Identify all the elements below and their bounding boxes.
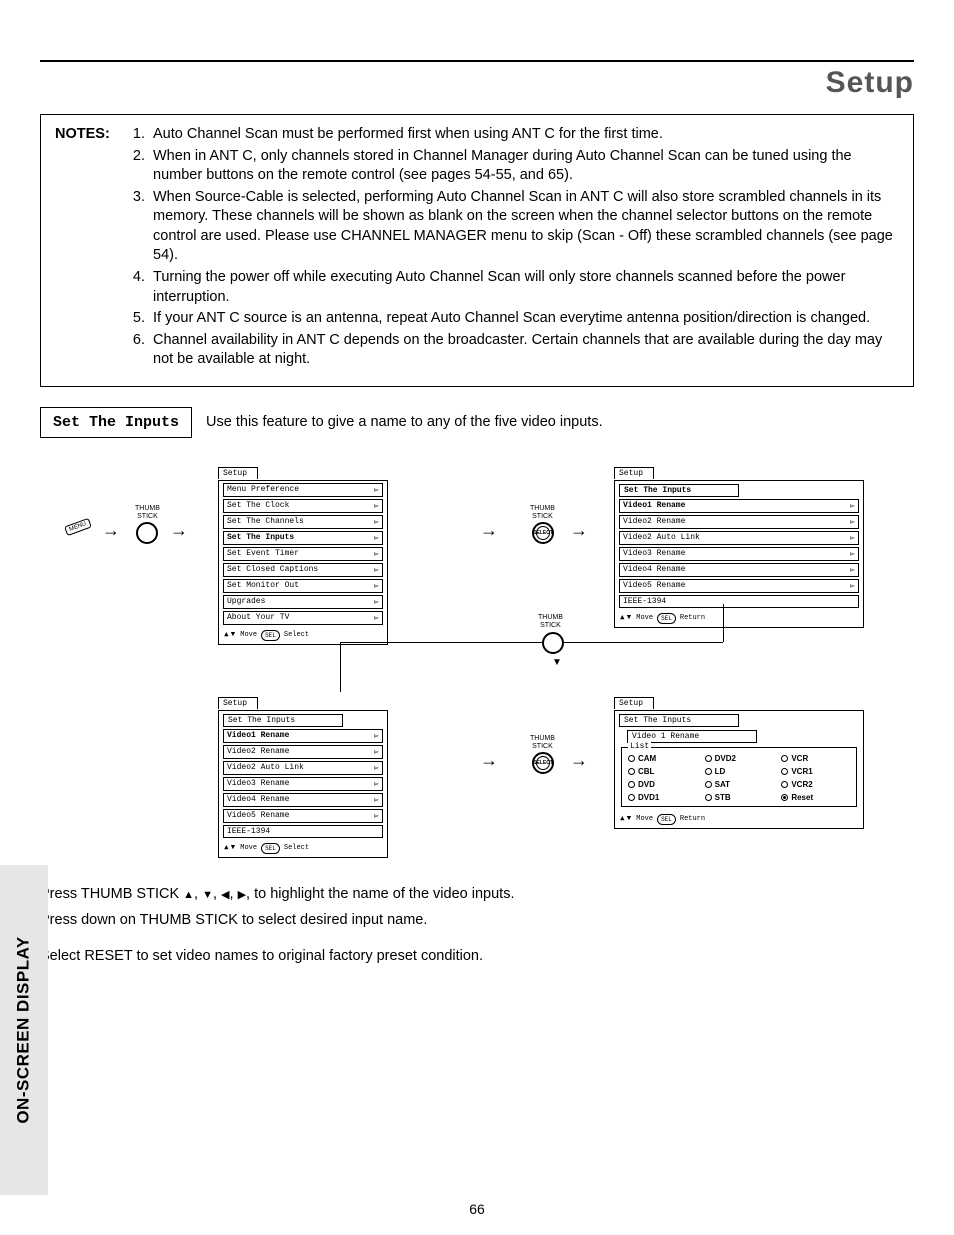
input-name-option[interactable]: STB	[705, 793, 774, 802]
menu-item[interactable]: IEEE-1394	[223, 825, 383, 838]
input-name-option[interactable]: VCR	[781, 754, 850, 763]
list-label: List	[628, 742, 651, 751]
menu-item[interactable]: Video2 Rename▻	[223, 745, 383, 759]
menu-item[interactable]: Video5 Rename▻	[223, 809, 383, 823]
input-name-option[interactable]: Reset	[781, 793, 850, 802]
menu-subtab: Set The Inputs	[619, 484, 739, 497]
arrow-right-icon: →	[102, 520, 120, 541]
thumb-stick-icon	[136, 522, 158, 544]
select-button-icon: SELECT	[532, 522, 554, 544]
input-name-option[interactable]: SAT	[705, 780, 774, 789]
input-name-option[interactable]: CAM	[628, 754, 697, 763]
note-item: 3.When Source-Cable is selected, perform…	[127, 188, 899, 266]
menu-item[interactable]: Set Closed Captions▻	[223, 563, 383, 577]
menu-item[interactable]: Video2 Auto Link▻	[619, 531, 859, 545]
note-item: 5.If your ANT C source is an antenna, re…	[127, 309, 899, 329]
input-name-option[interactable]: VCR2	[781, 780, 850, 789]
menu-item[interactable]: Video1 Rename▻	[619, 499, 859, 513]
select-button-icon: SELECT	[532, 752, 554, 774]
feature-description: Use this feature to give a name to any o…	[206, 414, 603, 430]
menu-tab: Setup	[218, 467, 258, 479]
input-name-option[interactable]: LD	[705, 767, 774, 776]
menu-item[interactable]: Video2 Rename▻	[619, 515, 859, 529]
arrow-right-icon: →	[480, 750, 498, 771]
arrow-right-icon: →	[480, 520, 498, 541]
thumb-stick-label: THUMB STICK	[530, 505, 555, 521]
menu-item[interactable]: Menu Preference▻	[223, 483, 383, 497]
menu-subtab: Set The Inputs	[223, 714, 343, 727]
menu-item[interactable]: Set Monitor Out▻	[223, 579, 383, 593]
input-name-option[interactable]: DVD	[628, 780, 697, 789]
thumb-stick-label: THUMB STICK	[530, 735, 555, 751]
note-item: 2.When in ANT C, only channels stored in…	[127, 147, 899, 186]
menu-hint: ▴▾ Move SEL Return	[615, 811, 863, 828]
note-item: 1.Auto Channel Scan must be performed fi…	[127, 125, 899, 145]
menu-item[interactable]: IEEE-1394	[619, 595, 859, 608]
note-item: 4.Turning the power off while executing …	[127, 268, 899, 307]
arrow-right-icon: →	[170, 520, 188, 541]
menu-item[interactable]: Video4 Rename▻	[619, 563, 859, 577]
menu-item[interactable]: Set Event Timer▻	[223, 547, 383, 561]
menu-item[interactable]: Video1 Rename▻	[223, 729, 383, 743]
input-name-option[interactable]: CBL	[628, 767, 697, 776]
menu-hint: ▴▾ Move SEL Select	[219, 840, 387, 857]
thumb-stick-label: THUMB STICK	[135, 505, 160, 521]
section-tab: ON-SCREEN DISPLAY	[0, 865, 48, 1195]
menu-item[interactable]: Upgrades▻	[223, 595, 383, 609]
menu-item[interactable]: Set The Channels▻	[223, 515, 383, 529]
thumb-stick-icon	[542, 632, 564, 654]
notes-box: NOTES: 1.Auto Channel Scan must be perfo…	[40, 114, 914, 387]
instructions: Press THUMB STICK ▲, ▼, ◀, ▶, to highlig…	[40, 884, 914, 967]
arrow-down-icon: ▼	[552, 657, 562, 668]
menu-tab: Setup	[614, 467, 654, 479]
notes-label: NOTES:	[55, 125, 127, 372]
menu-tab: Setup	[614, 697, 654, 709]
feature-title-box: Set The Inputs	[40, 407, 192, 438]
thumb-stick-label: THUMB STICK	[538, 614, 563, 630]
menu-item[interactable]: Set The Clock▻	[223, 499, 383, 513]
menu-tab: Setup	[218, 697, 258, 709]
input-name-option[interactable]: DVD1	[628, 793, 697, 802]
menu-hint: ▴▾ Move SEL Return	[615, 610, 863, 627]
menu-item[interactable]: About Your TV▻	[223, 611, 383, 625]
menu-item[interactable]: Video3 Rename▻	[223, 777, 383, 791]
flow-diagram: MENU THUMB STICK → → Setup Menu Preferen…	[40, 462, 914, 862]
menu-item[interactable]: Set The Inputs▻	[223, 531, 383, 545]
menu-item[interactable]: Video5 Rename▻	[619, 579, 859, 593]
input-name-option[interactable]: DVD2	[705, 754, 774, 763]
menu-subtab: Set The Inputs	[619, 714, 739, 727]
menu-item[interactable]: Video2 Auto Link▻	[223, 761, 383, 775]
menu-item[interactable]: Video4 Rename▻	[223, 793, 383, 807]
note-item: 6.Channel availability in ANT C depends …	[127, 331, 899, 370]
arrow-right-icon: →	[570, 520, 588, 541]
arrow-right-icon: →	[570, 750, 588, 771]
menu-item[interactable]: Video3 Rename▻	[619, 547, 859, 561]
page-number: 66	[469, 1201, 485, 1217]
page-title: Setup	[40, 66, 914, 100]
input-name-option[interactable]: VCR1	[781, 767, 850, 776]
menu-button-icon: MENU	[64, 518, 92, 536]
